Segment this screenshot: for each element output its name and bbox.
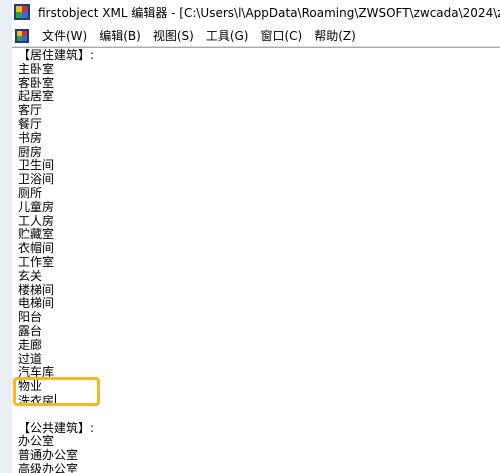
editor-line-text: 厨房 [18, 144, 43, 159]
editor-line-text: 走廊 [18, 337, 43, 352]
menu-item-2[interactable]: 视图(S) [153, 29, 194, 43]
editor-line-text: 儿童房 [18, 199, 55, 214]
editor-line: 餐厅 [18, 116, 94, 132]
editor-line-text: 过道 [18, 351, 43, 366]
editor-line: 玄关 [18, 268, 94, 284]
firstobject-app-icon [14, 4, 30, 20]
editor-line: 客厅 [18, 103, 94, 118]
editor-line: 儿童房 [18, 199, 94, 215]
xml-text-editor[interactable]: 【居住建筑】: 主卧室 客卧室 起居室 客厅 餐厅 书房 厨房 卫生间 卫浴间 厕所 儿童房 工人房 贮藏… [12, 47, 500, 473]
editor-line-text: 起居室 [18, 89, 55, 104]
menu-bar: 文件(W) 编辑(B) 视图(S) 工具(G) 窗口(C) 帮助(Z) [12, 26, 500, 47]
editor-line-text: 普通办公室 [18, 448, 79, 463]
editor-line-text: 电梯间 [18, 296, 55, 311]
editor-line-text: 卫生间 [18, 158, 55, 173]
menu-item-5[interactable]: 帮助(Z) [314, 29, 356, 43]
editor-line-text: 【公共建筑】: [18, 420, 95, 435]
editor-line: 书房 [18, 130, 94, 146]
editor-line: 卫生间 [18, 158, 94, 173]
editor-line-text: 书房 [18, 130, 43, 145]
editor-line: 衣帽间 [18, 241, 94, 256]
editor-line-text: 工作室 [18, 254, 55, 269]
editor-line: 主卧室 [18, 61, 94, 77]
editor-line-text: 工人房 [18, 213, 55, 228]
highlight-annotation-box [13, 377, 100, 406]
editor-line-text: 客厅 [18, 103, 43, 118]
editor-content[interactable]: 【居住建筑】: 主卧室 客卧室 起居室 客厅 餐厅 书房 厨房 卫生间 卫浴间 厕所 儿童房 工人房 贮藏… [18, 48, 95, 473]
title-bar[interactable]: firstobject XML 编辑器 - [C:\Users\l\AppDat… [12, 0, 500, 27]
menu-item-4[interactable]: 窗口(C) [261, 29, 303, 43]
editor-line: 工作室 [18, 254, 94, 270]
editor-line: 楼梯间 [18, 282, 94, 298]
document-icon[interactable] [14, 28, 30, 44]
editor-line-text: 卫浴间 [18, 172, 55, 187]
editor-line-text: 客卧室 [18, 75, 55, 90]
menu-item-1[interactable]: 编辑(B) [99, 29, 141, 43]
editor-line-text: 【居住建筑】: [18, 48, 95, 62]
editor-line: 卫浴间 [18, 172, 94, 187]
editor-line: 厕所 [18, 185, 94, 201]
editor-line-text: 阳台 [18, 310, 43, 325]
editor-line-text: 楼梯间 [18, 282, 55, 297]
editor-line: 【居住建筑】: [18, 48, 95, 63]
editor-line-text: 办公室 [18, 434, 55, 449]
editor-line-text: 厕所 [18, 185, 43, 200]
editor-line-text: 衣帽间 [18, 241, 55, 256]
menu-item-0[interactable]: 文件(W) [42, 29, 87, 43]
editor-window: firstobject XML 编辑器 - [C:\Users\l\AppDat… [12, 0, 500, 473]
editor-line: 阳台 [18, 310, 94, 325]
editor-line-text: 玄关 [18, 268, 43, 283]
editor-line: 露台 [18, 323, 94, 339]
editor-line: 高级办公室 [18, 461, 94, 473]
editor-line-text: 主卧室 [18, 61, 55, 76]
window-title: firstobject XML 编辑器 - [C:\Users\l\AppDat… [38, 6, 500, 20]
editor-line-text: 贮藏室 [18, 227, 55, 242]
editor-line-text: 露台 [18, 323, 43, 338]
editor-line: 普通办公室 [18, 448, 94, 463]
menu-item-3[interactable]: 工具(G) [206, 29, 249, 43]
editor-line: 厨房 [18, 144, 94, 160]
editor-line-text: 餐厅 [18, 116, 43, 131]
editor-line: 走廊 [18, 337, 94, 353]
editor-line-text: 高级办公室 [18, 461, 79, 473]
